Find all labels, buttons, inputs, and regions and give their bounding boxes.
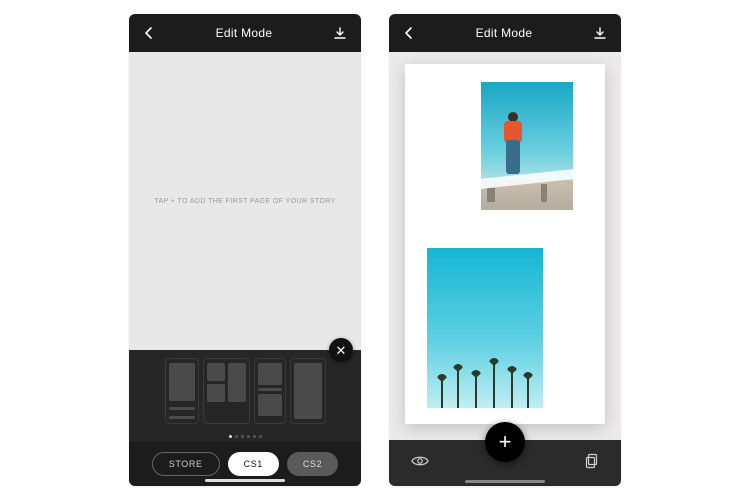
duplicate-icon[interactable] <box>585 453 599 474</box>
tab-cs1[interactable]: CS1 <box>228 452 279 476</box>
top-bar: Edit Mode <box>129 14 361 52</box>
template-thumb <box>258 394 282 416</box>
home-indicator <box>205 479 285 482</box>
back-icon[interactable] <box>143 26 155 40</box>
template-thumb <box>207 384 225 402</box>
add-page-button[interactable]: + <box>485 422 525 462</box>
top-bar: Edit Mode <box>389 14 621 52</box>
template-option[interactable] <box>165 358 199 424</box>
template-option[interactable] <box>290 358 326 424</box>
template-thumb <box>169 407 195 410</box>
template-thumb <box>207 363 225 381</box>
phone-left: Edit Mode TAP + TO ADD THE FIRST PAGE OF… <box>129 14 361 486</box>
template-strip: ✕ <box>129 350 361 442</box>
template-thumb <box>169 416 195 419</box>
store-button[interactable]: STORE <box>152 452 220 476</box>
preview-icon[interactable] <box>411 454 429 472</box>
page-title: Edit Mode <box>216 26 273 40</box>
page-title: Edit Mode <box>476 26 533 40</box>
download-icon[interactable] <box>593 26 607 40</box>
template-thumb <box>228 363 246 402</box>
bottom-toolbar: + <box>389 440 621 486</box>
story-page[interactable] <box>405 64 605 424</box>
template-option[interactable] <box>203 358 250 424</box>
download-icon[interactable] <box>333 26 347 40</box>
close-icon: ✕ <box>336 344 347 357</box>
template-thumb <box>258 388 282 391</box>
plus-icon: + <box>499 431 512 453</box>
photo-slot-bottom[interactable] <box>427 248 543 408</box>
template-option[interactable] <box>254 358 286 424</box>
template-thumb <box>294 363 322 419</box>
back-icon[interactable] <box>403 26 415 40</box>
close-templates-button[interactable]: ✕ <box>329 338 353 362</box>
story-canvas[interactable] <box>389 52 621 440</box>
template-thumb <box>169 363 195 401</box>
home-indicator <box>465 480 545 483</box>
decoration <box>499 112 527 176</box>
empty-hint: TAP + TO ADD THE FIRST PAGE OF YOUR STOR… <box>154 198 335 205</box>
photo-slot-top[interactable] <box>481 82 573 210</box>
empty-canvas[interactable]: TAP + TO ADD THE FIRST PAGE OF YOUR STOR… <box>129 52 361 350</box>
phone-right: Edit Mode <box>389 14 621 486</box>
tab-cs2[interactable]: CS2 <box>287 452 338 476</box>
template-thumb <box>258 363 282 385</box>
page-dots <box>129 435 361 438</box>
